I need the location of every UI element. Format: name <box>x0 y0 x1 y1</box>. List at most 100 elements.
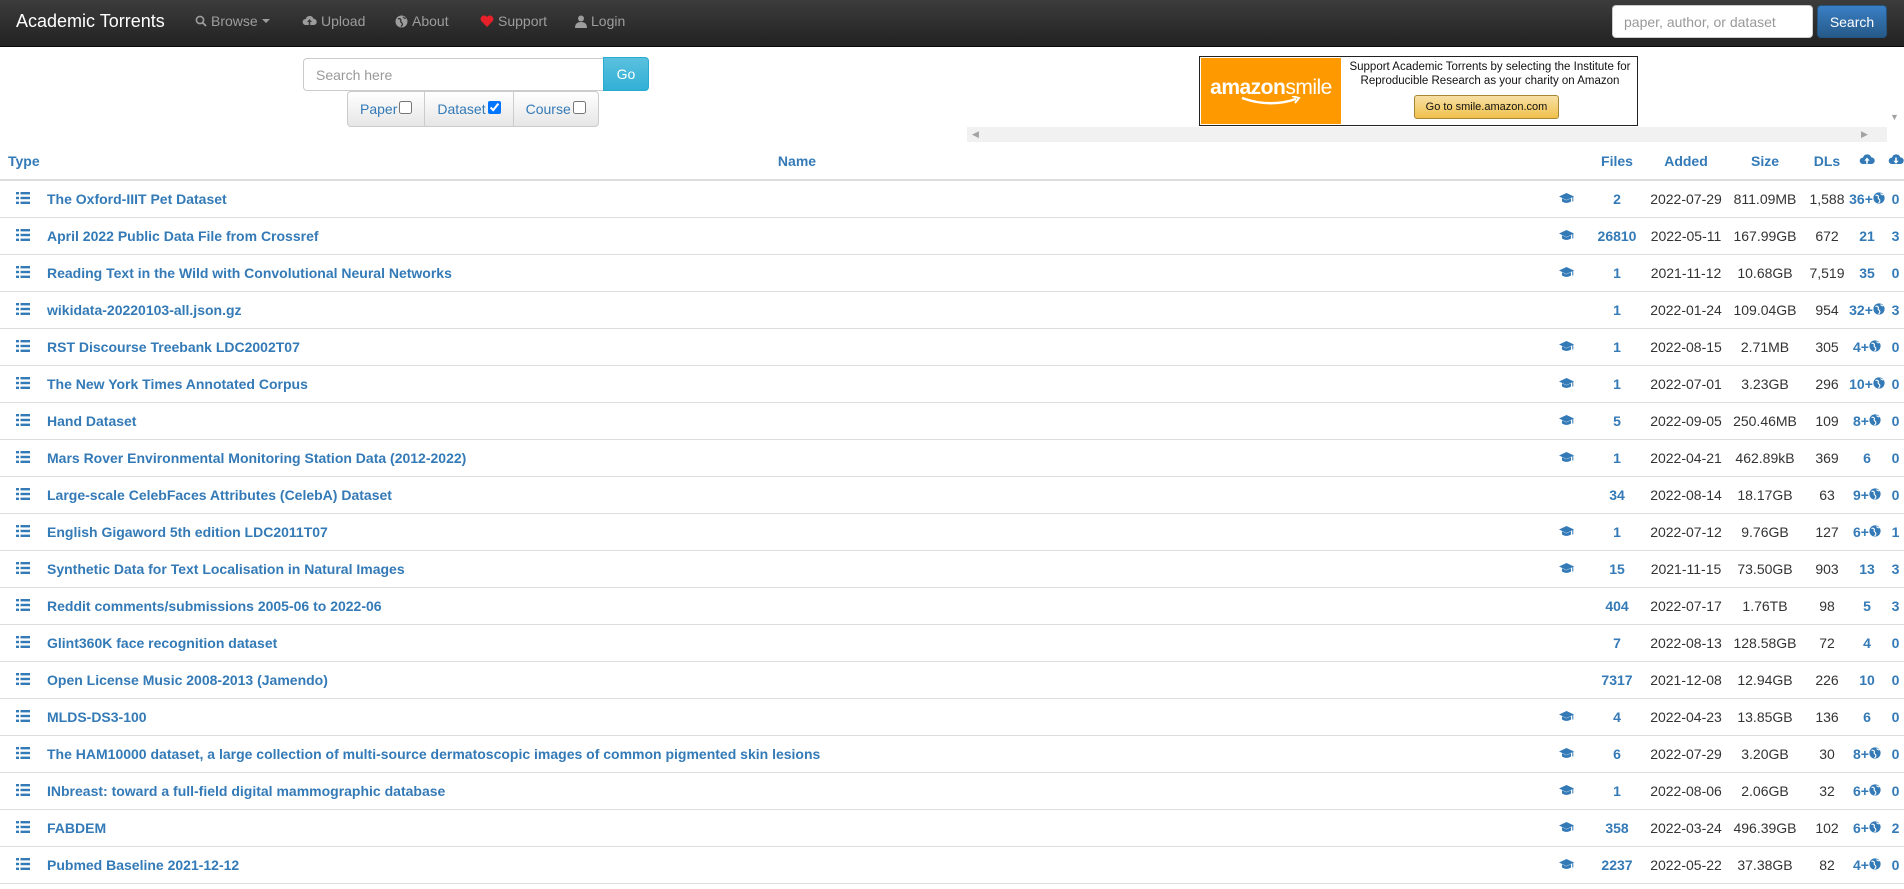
list-icon[interactable] <box>16 709 30 725</box>
torrent-name-link[interactable]: INbreast: toward a full-field digital ma… <box>47 783 445 799</box>
files-count[interactable]: 1 <box>1585 772 1649 810</box>
seeders-cell[interactable]: 6 <box>1847 439 1887 477</box>
files-count[interactable]: 404 <box>1585 587 1649 625</box>
peers-count[interactable]: 0 <box>1887 735 1904 773</box>
list-icon[interactable] <box>16 487 30 503</box>
scroll-down-icon[interactable]: ▼ <box>1890 112 1899 122</box>
filter-paper-checkbox[interactable] <box>399 100 413 114</box>
torrent-name-link[interactable]: Hand Dataset <box>47 413 136 429</box>
go-button[interactable]: Go <box>603 57 649 91</box>
torrent-name-link[interactable]: Pubmed Baseline 2021-12-12 <box>47 857 239 873</box>
files-count[interactable]: 5 <box>1585 402 1649 440</box>
torrent-name-link[interactable]: The New York Times Annotated Corpus <box>47 376 308 392</box>
peers-count[interactable]: 0 <box>1887 698 1904 736</box>
files-count[interactable]: 34 <box>1585 476 1649 514</box>
filter-dataset-checkbox[interactable] <box>487 100 501 114</box>
seeders-cell[interactable]: 6+ <box>1847 513 1887 551</box>
list-icon[interactable] <box>16 783 30 799</box>
seeders-cell[interactable]: 4 <box>1847 624 1887 662</box>
torrent-name-link[interactable]: FABDEM <box>47 820 106 836</box>
header-added[interactable]: Added <box>1649 143 1723 181</box>
seeders-cell[interactable]: 10+ <box>1847 365 1887 403</box>
seeders-cell[interactable]: 21 <box>1847 217 1887 255</box>
peers-count[interactable]: 3 <box>1887 217 1904 255</box>
peers-count[interactable]: 0 <box>1887 624 1904 662</box>
ad-horizontal-scrollbar[interactable]: ◀ ▶ <box>967 127 1887 142</box>
filter-course[interactable]: Course <box>514 92 598 126</box>
list-icon[interactable] <box>16 635 30 651</box>
ad-cta-button[interactable]: Go to smile.amazon.com <box>1414 95 1559 119</box>
files-count[interactable]: 15 <box>1585 550 1649 588</box>
list-icon[interactable] <box>16 413 30 429</box>
peers-count[interactable]: 3 <box>1887 587 1904 625</box>
seeders-cell[interactable]: 4+ <box>1847 328 1887 366</box>
seeders-cell[interactable]: 6 <box>1847 698 1887 736</box>
files-count[interactable]: 1 <box>1585 513 1649 551</box>
list-icon[interactable] <box>16 376 30 392</box>
torrent-name-link[interactable]: Synthetic Data for Text Localisation in … <box>47 561 405 577</box>
files-count[interactable]: 26810 <box>1585 217 1649 255</box>
seeders-cell[interactable]: 8+ <box>1847 735 1887 773</box>
torrent-name-link[interactable]: Reading Text in the Wild with Convolutio… <box>47 265 452 281</box>
nav-login-link[interactable]: Login <box>575 13 625 29</box>
seeders-cell[interactable]: 9+ <box>1847 476 1887 514</box>
seeders-cell[interactable]: 32+ <box>1847 291 1887 329</box>
torrent-name-link[interactable]: English Gigaword 5th edition LDC2011T07 <box>47 524 328 540</box>
torrent-name-link[interactable]: Mars Rover Environmental Monitoring Stat… <box>47 450 466 466</box>
peers-count[interactable]: 0 <box>1887 180 1904 218</box>
list-icon[interactable] <box>16 228 30 244</box>
torrent-name-link[interactable]: MLDS-DS3-100 <box>47 709 147 725</box>
list-icon[interactable] <box>16 339 30 355</box>
seeders-cell[interactable]: 6+ <box>1847 772 1887 810</box>
scroll-left-icon[interactable]: ◀ <box>972 129 979 140</box>
header-type[interactable]: Type <box>0 143 47 181</box>
nav-support-link[interactable]: Support <box>480 13 547 29</box>
scroll-right-icon[interactable]: ▶ <box>1861 129 1868 140</box>
list-icon[interactable] <box>16 746 30 762</box>
files-count[interactable]: 2 <box>1585 180 1649 218</box>
seeders-cell[interactable]: 10 <box>1847 661 1887 699</box>
list-icon[interactable] <box>16 265 30 281</box>
list-icon[interactable] <box>16 598 30 614</box>
files-count[interactable]: 6 <box>1585 735 1649 773</box>
peers-count[interactable]: 0 <box>1887 328 1904 366</box>
peers-count[interactable]: 0 <box>1887 476 1904 514</box>
list-icon[interactable] <box>16 191 30 207</box>
nav-browse-dropdown[interactable]: Browse <box>195 13 270 29</box>
header-name[interactable]: Name <box>47 143 1547 181</box>
seeders-cell[interactable]: 5 <box>1847 587 1887 625</box>
amazon-smile-ad[interactable]: amazonsmile Support Academic Torrents by… <box>1199 56 1638 126</box>
torrent-name-link[interactable]: Reddit comments/submissions 2005-06 to 2… <box>47 598 382 614</box>
torrent-name-link[interactable]: wikidata-20220103-all.json.gz <box>47 302 242 318</box>
peers-count[interactable]: 0 <box>1887 661 1904 699</box>
list-icon[interactable] <box>16 450 30 466</box>
header-files[interactable]: Files <box>1585 143 1649 181</box>
seeders-cell[interactable]: 13 <box>1847 550 1887 588</box>
files-count[interactable]: 1 <box>1585 291 1649 329</box>
files-count[interactable]: 1 <box>1585 328 1649 366</box>
torrent-name-link[interactable]: Glint360K face recognition dataset <box>47 635 277 651</box>
filter-course-checkbox[interactable] <box>572 100 586 114</box>
peers-count[interactable]: 2 <box>1887 809 1904 847</box>
torrent-name-link[interactable]: The HAM10000 dataset, a large collection… <box>47 746 820 762</box>
nav-about-link[interactable]: About <box>395 13 449 29</box>
files-count[interactable]: 358 <box>1585 809 1649 847</box>
files-count[interactable]: 4 <box>1585 698 1649 736</box>
peers-count[interactable]: 0 <box>1887 365 1904 403</box>
peers-count[interactable]: 0 <box>1887 772 1904 810</box>
peers-count[interactable]: 0 <box>1887 402 1904 440</box>
torrent-name-link[interactable]: Open License Music 2008-2013 (Jamendo) <box>47 672 328 688</box>
peers-count[interactable]: 0 <box>1887 439 1904 477</box>
list-icon[interactable] <box>16 672 30 688</box>
list-icon[interactable] <box>16 561 30 577</box>
header-dls[interactable]: DLs <box>1807 143 1847 181</box>
seeders-cell[interactable]: 36+ <box>1847 180 1887 218</box>
peers-count[interactable]: 0 <box>1887 254 1904 292</box>
files-count[interactable]: 7 <box>1585 624 1649 662</box>
filter-dataset[interactable]: Dataset <box>425 92 514 126</box>
nav-search-button[interactable]: Search <box>1817 5 1887 38</box>
files-count[interactable]: 7317 <box>1585 661 1649 699</box>
nav-search-input[interactable] <box>1612 5 1813 38</box>
list-icon[interactable] <box>16 302 30 318</box>
filter-paper[interactable]: Paper <box>348 92 426 126</box>
